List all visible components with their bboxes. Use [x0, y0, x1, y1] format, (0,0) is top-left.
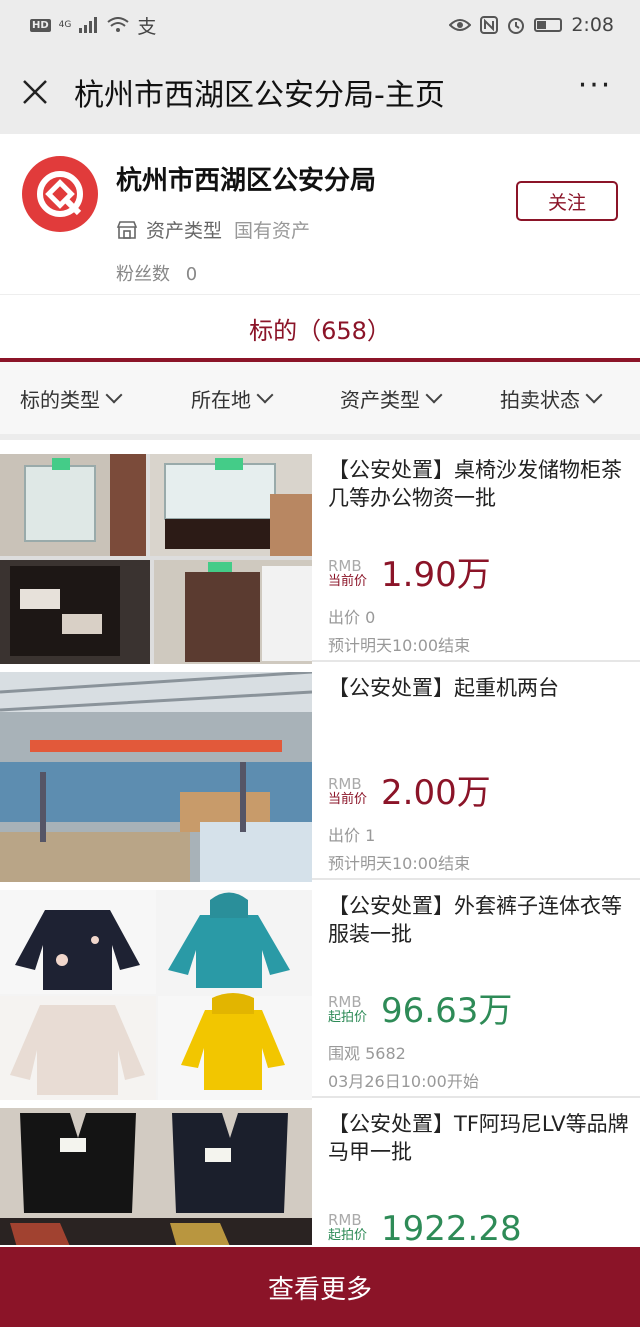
profile-header: 杭州市西湖区公安分局 资产类型 国有资产 粉丝数 0 关注 [0, 134, 640, 294]
price-label-block: RMB 当前价 [328, 776, 367, 814]
filter-location[interactable]: 所在地 [191, 384, 274, 413]
asset-type-row: 资产类型 国有资产 [116, 216, 310, 243]
chevron-down-icon [105, 386, 123, 404]
price-row: RMB 起拍价 1922.28 [328, 1208, 522, 1245]
chevron-down-icon [585, 386, 603, 404]
org-logo [22, 156, 98, 232]
end-time: 预计明天10:00结束 [328, 636, 471, 655]
view-count: 围观 5682 [328, 1044, 406, 1063]
item-image [0, 672, 312, 882]
item-image [0, 890, 312, 1100]
battery-icon [534, 18, 563, 32]
nav-bar: 杭州市西湖区公安分局-主页 ··· [0, 50, 640, 134]
shop-icon [116, 220, 138, 239]
item-title: 【公安处置】桌椅沙发储物柜茶几等办公物资一批 [328, 458, 622, 510]
status-bar: HD 4G 支 2:08 [0, 0, 640, 50]
list-item[interactable]: 【公安处置】起重机两台 RMB 当前价 2.00万 出价 1 预计明天10:00… [0, 668, 640, 882]
clothing-image [0, 890, 312, 1100]
price-label-block: RMB 当前价 [328, 558, 367, 596]
list-item[interactable]: 【公安处置】TF阿玛尼LV等品牌马甲一批 RMB 起拍价 1922.28 [0, 1104, 640, 1245]
currency-label: RMB [328, 993, 362, 1011]
currency-label: RMB [328, 1211, 362, 1229]
tab-bar: 标的（658） [0, 294, 640, 362]
chevron-down-icon [256, 386, 274, 404]
item-info: 【公安处置】桌椅沙发储物柜茶几等办公物资一批 RMB 当前价 1.90万 出价 … [328, 456, 634, 655]
filter-asset-type[interactable]: 资产类型 [340, 384, 443, 413]
org-name: 杭州市西湖区公安分局 [116, 166, 377, 196]
filter-auction-status[interactable]: 拍卖状态 [500, 384, 603, 413]
price-label-block: RMB 起拍价 [328, 1212, 367, 1245]
item-title: 【公安处置】TF阿玛尼LV等品牌马甲一批 [328, 1112, 629, 1164]
item-title: 【公安处置】外套裤子连体衣等服装一批 [328, 894, 622, 946]
logo-icon [37, 171, 83, 217]
asset-type-label: 资产类型 [146, 220, 223, 242]
signal-label: 4G [58, 20, 72, 30]
eye-icon [449, 19, 472, 31]
price-value: 1922.28 [381, 1209, 522, 1245]
currency-label: RMB [328, 557, 362, 575]
price-value: 96.63万 [381, 991, 513, 1031]
price-value: 2.00万 [381, 773, 491, 813]
tab-lots[interactable]: 标的（658） [249, 311, 391, 346]
item-info: 【公安处置】起重机两台 RMB 当前价 2.00万 出价 1 预计明天10:00… [328, 674, 634, 873]
lot-list: 【公安处置】桌椅沙发储物柜茶几等办公物资一批 RMB 当前价 1.90万 出价 … [0, 450, 640, 1245]
bid-count: 出价 0 [328, 608, 376, 627]
view-more-button[interactable]: 查看更多 [0, 1247, 640, 1327]
vest-image [0, 1108, 312, 1245]
close-icon [23, 80, 47, 104]
chevron-down-icon [425, 386, 443, 404]
price-type-label: 当前价 [328, 574, 368, 589]
item-info: 【公安处置】外套裤子连体衣等服装一批 RMB 起拍价 96.63万 围观 568… [328, 892, 634, 1091]
price-type-label: 起拍价 [328, 1010, 368, 1025]
filter-label: 资产类型 [340, 387, 420, 412]
price-row: RMB 当前价 2.00万 [328, 772, 491, 814]
price-type-label: 当前价 [328, 792, 368, 807]
close-button[interactable] [0, 50, 70, 134]
item-image [0, 454, 312, 664]
crane-image [0, 672, 312, 882]
wifi-icon [107, 17, 129, 32]
list-item[interactable]: 【公安处置】外套裤子连体衣等服装一批 RMB 起拍价 96.63万 围观 568… [0, 886, 640, 1100]
item-info: 【公安处置】TF阿玛尼LV等品牌马甲一批 RMB 起拍价 1922.28 [328, 1110, 634, 1245]
end-time: 预计明天10:00结束 [328, 854, 471, 873]
filter-lot-type[interactable]: 标的类型 [20, 384, 123, 413]
start-time: 03月26日10:00开始 [328, 1072, 479, 1091]
alarm-icon [508, 18, 525, 34]
price-label-block: RMB 起拍价 [328, 994, 367, 1032]
furniture-image [0, 454, 312, 664]
item-image [0, 1108, 312, 1245]
filter-label: 所在地 [191, 387, 251, 412]
price-type-label: 起拍价 [328, 1228, 368, 1243]
list-item[interactable]: 【公安处置】桌椅沙发储物柜茶几等办公物资一批 RMB 当前价 1.90万 出价 … [0, 450, 640, 664]
clock: 2:08 [571, 14, 614, 36]
fans-row: 粉丝数 0 [116, 260, 197, 286]
asset-type-value: 国有资产 [234, 220, 311, 242]
bid-count: 出价 1 [328, 826, 376, 845]
fans-count: 0 [185, 264, 198, 285]
filter-label: 标的类型 [20, 387, 100, 412]
item-title: 【公安处置】起重机两台 [328, 676, 559, 700]
currency-label: RMB [328, 775, 362, 793]
more-button[interactable]: ··· [550, 71, 640, 113]
hd-icon: HD [30, 18, 51, 32]
fans-label: 粉丝数 [116, 264, 170, 285]
price-value: 1.90万 [381, 555, 491, 595]
price-row: RMB 起拍价 96.63万 [328, 990, 512, 1032]
nfc-icon [480, 16, 499, 34]
price-row: RMB 当前价 1.90万 [328, 554, 491, 596]
alipay-icon: 支 [137, 15, 157, 38]
filter-label: 拍卖状态 [500, 387, 580, 412]
follow-button[interactable]: 关注 [516, 181, 618, 221]
signal-icon [79, 17, 98, 33]
page-title: 杭州市西湖区公安分局-主页 [74, 78, 445, 113]
filter-bar: 标的类型 所在地 资产类型 拍卖状态 [0, 362, 640, 440]
